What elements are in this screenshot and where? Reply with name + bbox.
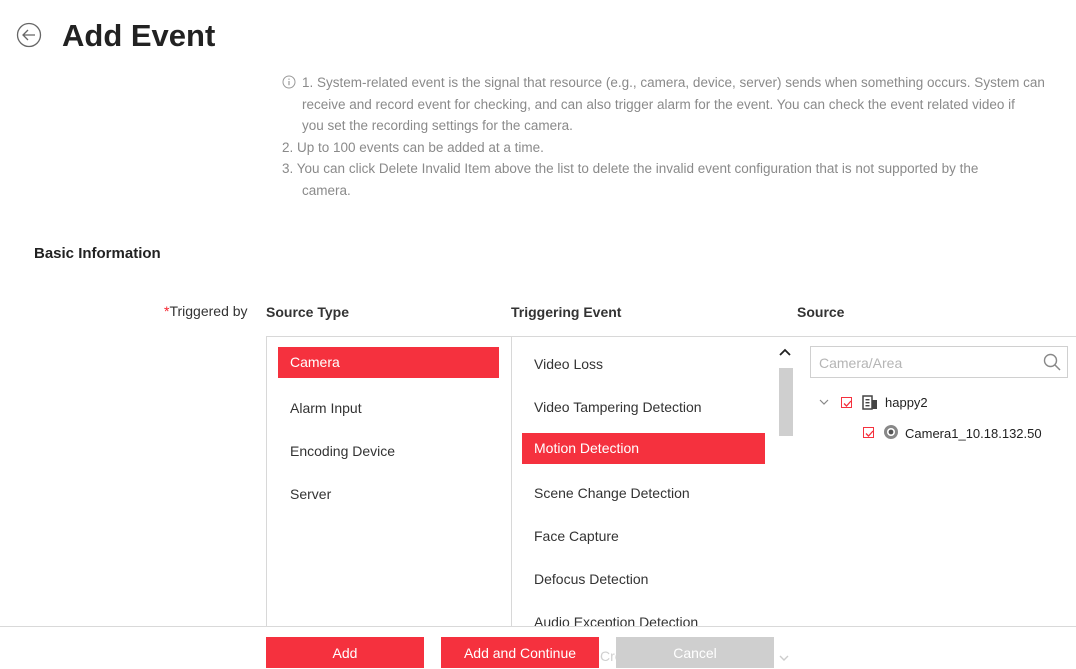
triggering-event-list: Video Loss Video Tampering Detection Mot… xyxy=(511,336,798,638)
source-header: Source xyxy=(797,304,845,320)
area-checkbox[interactable] xyxy=(841,397,852,408)
event-motion-detection[interactable]: Motion Detection xyxy=(522,433,765,464)
check-icon xyxy=(865,430,874,437)
check-icon xyxy=(843,400,852,407)
add-and-continue-button[interactable]: Add and Continue xyxy=(441,637,599,668)
scrollbar-thumb[interactable] xyxy=(779,368,793,436)
search-icon[interactable] xyxy=(1043,353,1061,371)
source-type-alarm-input[interactable]: Alarm Input xyxy=(278,393,362,424)
building-icon xyxy=(862,395,877,410)
back-arrow-icon[interactable] xyxy=(16,22,42,48)
camera-search-input[interactable] xyxy=(817,348,1041,378)
note-line: 2. Up to 100 events can be added at a ti… xyxy=(282,139,544,155)
source-tree-panel xyxy=(796,336,1076,638)
scroll-up-icon[interactable] xyxy=(778,346,792,360)
info-icon xyxy=(282,75,296,89)
note-line: receive and record event for checking, a… xyxy=(302,96,1015,112)
source-type-encoding-device[interactable]: Encoding Device xyxy=(278,436,395,467)
tree-camera-label[interactable]: Camera1_10.18.132.50 xyxy=(905,426,1042,441)
triggered-by-text: Triggered by xyxy=(169,303,248,319)
note-line: 1. System-related event is the signal th… xyxy=(302,75,1045,90)
source-type-server[interactable]: Server xyxy=(278,479,331,510)
tree-area-label[interactable]: happy2 xyxy=(885,395,928,410)
event-face-capture[interactable]: Face Capture xyxy=(522,521,619,552)
camera-icon xyxy=(884,425,898,439)
source-type-header: Source Type xyxy=(266,304,349,320)
note-line: you set the recording settings for the c… xyxy=(302,118,573,133)
note-line: 3. You can click Delete Invalid Item abo… xyxy=(282,161,979,176)
scroll-down-icon[interactable] xyxy=(778,652,790,664)
info-notes: 1. System-related event is the signal th… xyxy=(282,72,1076,201)
triggering-event-header: Triggering Event xyxy=(511,304,622,320)
camera-checkbox[interactable] xyxy=(863,427,874,438)
note-line: camera. xyxy=(302,182,351,198)
page-title: Add Event xyxy=(62,18,216,53)
event-video-loss[interactable]: Video Loss xyxy=(522,349,603,380)
camera-search-box xyxy=(810,346,1068,378)
triggered-by-label: *Triggered by xyxy=(164,303,248,319)
event-defocus-detection[interactable]: Defocus Detection xyxy=(522,564,648,595)
event-scene-change[interactable]: Scene Change Detection xyxy=(522,478,690,509)
chevron-down-icon[interactable] xyxy=(819,397,829,407)
cancel-button[interactable]: Cancel xyxy=(616,637,774,668)
add-button[interactable]: Add xyxy=(266,637,424,668)
source-type-list: Camera Alarm Input Encoding Device Serve… xyxy=(266,336,512,638)
source-type-camera[interactable]: Camera xyxy=(278,347,499,378)
event-video-tampering[interactable]: Video Tampering Detection xyxy=(522,392,702,423)
section-basic-information: Basic Information xyxy=(34,245,161,262)
